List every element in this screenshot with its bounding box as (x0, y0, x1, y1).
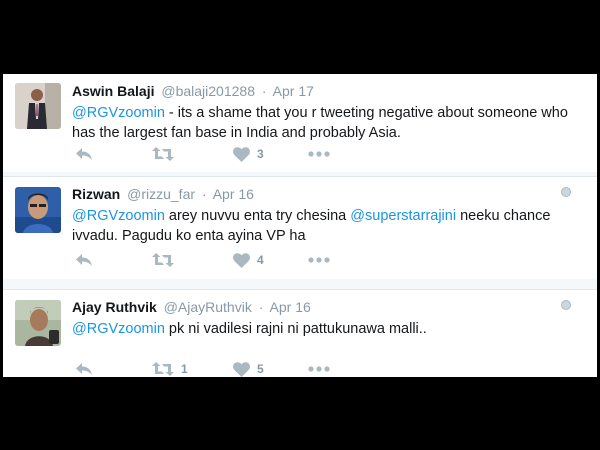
reply-icon (76, 148, 92, 160)
avatar[interactable] (15, 300, 61, 346)
user-name[interactable]: Ajay Ruthvik (72, 299, 157, 315)
more-dots-icon (308, 366, 330, 372)
tweet-date[interactable]: Apr 17 (273, 83, 314, 99)
tweet-actions: 1 5 (72, 360, 372, 378)
like-count: 3 (257, 147, 264, 161)
tweet-text: @RGVzoomin arey nuvvu enta try chesina @… (72, 206, 577, 246)
user-name[interactable]: Rizwan (72, 186, 120, 202)
user-handle[interactable]: @rizzu_far (127, 186, 195, 202)
like-count: 5 (257, 362, 264, 376)
divider (3, 279, 597, 289)
retweet-icon (152, 147, 174, 161)
reply-button[interactable] (75, 251, 93, 269)
separator: · (261, 83, 267, 99)
tweet[interactable]: Rizwan @rizzu_far · Apr 16 @RGVzoomin ar… (3, 176, 597, 281)
globe-icon (561, 300, 571, 310)
retweet-button[interactable] (152, 145, 181, 163)
tweet-text-segment: arey nuvvu enta try chesina (164, 208, 351, 224)
reply-icon (76, 254, 92, 266)
tweet[interactable]: Aswin Balaji @balaji201288 · Apr 17 @RGV… (3, 74, 597, 173)
tweet-actions: 3 (72, 145, 372, 163)
more-dots-icon (308, 151, 330, 157)
mention-link[interactable]: @RGVzoomin (72, 321, 165, 337)
retweet-icon (152, 362, 174, 376)
like-button[interactable]: 4 (233, 251, 264, 269)
tweet[interactable]: Ajay Ruthvik @AjayRuthvik · Apr 16 @RGVz… (3, 289, 597, 377)
tweet-text: @RGVzoomin - its a shame that you r twee… (72, 103, 577, 143)
retweet-button[interactable] (152, 251, 181, 269)
like-button[interactable]: 3 (233, 145, 264, 163)
tweet-header: Ajay Ruthvik @AjayRuthvik · Apr 16 (72, 298, 311, 316)
avatar[interactable] (15, 187, 61, 233)
more-dots-icon (308, 257, 330, 263)
mention-link[interactable]: @superstarrajini (350, 208, 456, 224)
more-button[interactable] (308, 360, 330, 378)
retweet-count: 1 (181, 362, 188, 376)
retweet-button[interactable]: 1 (152, 360, 188, 378)
more-button[interactable] (308, 251, 330, 269)
mention-link[interactable]: @RGVzoomin (72, 208, 165, 224)
user-handle[interactable]: @balaji201288 (161, 83, 255, 99)
user-handle[interactable]: @AjayRuthvik (164, 299, 252, 315)
user-name[interactable]: Aswin Balaji (72, 83, 154, 99)
retweet-icon (152, 253, 174, 267)
tweet-feed: Aswin Balaji @balaji201288 · Apr 17 @RGV… (3, 74, 597, 377)
like-button[interactable]: 5 (233, 360, 264, 378)
like-count: 4 (257, 253, 264, 267)
avatar[interactable] (15, 83, 61, 129)
tweet-date[interactable]: Apr 16 (213, 186, 254, 202)
heart-icon (233, 252, 250, 268)
globe-icon (561, 187, 571, 197)
reply-button[interactable] (75, 145, 93, 163)
mention-link[interactable]: @RGVzoomin (72, 105, 165, 121)
profile-photo-man-blue (15, 187, 61, 233)
tweet-actions: 4 (72, 251, 372, 269)
separator: · (201, 186, 207, 202)
reply-icon (76, 363, 92, 375)
tweet-text: @RGVzoomin pk ni vadilesi rajni ni pattu… (72, 319, 577, 339)
heart-icon (233, 146, 250, 162)
tweet-date[interactable]: Apr 16 (270, 299, 311, 315)
tweet-header: Aswin Balaji @balaji201288 · Apr 17 (72, 82, 314, 100)
reply-button[interactable] (75, 360, 93, 378)
tweet-header: Rizwan @rizzu_far · Apr 16 (72, 185, 254, 203)
more-button[interactable] (308, 145, 330, 163)
profile-photo-young-man (15, 300, 61, 346)
separator: · (258, 299, 264, 315)
heart-icon (233, 361, 250, 377)
profile-photo-man-suit (15, 83, 61, 129)
tweet-text-segment: pk ni vadilesi rajni ni pattukunawa mall… (164, 321, 427, 337)
